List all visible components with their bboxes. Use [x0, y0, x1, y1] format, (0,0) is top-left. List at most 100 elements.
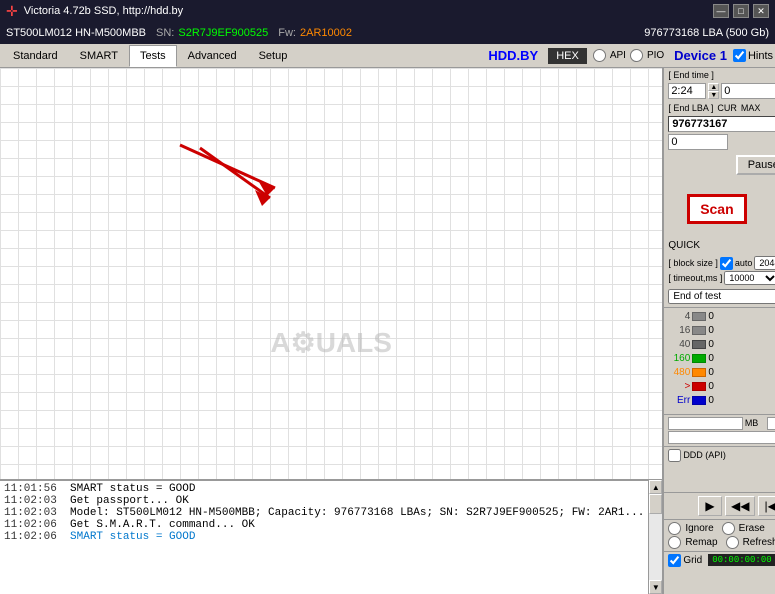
lba-header: [ End time ] [ Start LBA ] CUR 0 — [664, 68, 775, 82]
ddd-label: DDD (API) — [683, 450, 726, 460]
tab-tests[interactable]: Tests — [129, 45, 177, 67]
close-button[interactable]: ✕ — [753, 4, 769, 18]
device-bar: ST500LM012 HN-M500MBB SN: S2R7J9EF900525… — [0, 22, 775, 44]
write-row: write — [668, 477, 775, 490]
title-bar: ✛ Victoria 4.72b SSD, http://hdd.by — □ … — [0, 0, 775, 22]
start-lba-input[interactable] — [721, 83, 775, 99]
stat-row-err: Err 0 — [668, 394, 775, 407]
stat-num-160: 160 — [668, 353, 690, 364]
quick-label: QUICK — [664, 240, 775, 251]
status-section: End of test — [664, 289, 775, 304]
app-title: Victoria 4.72b SSD, http://hdd.by — [24, 5, 713, 17]
sn-label: SN: — [156, 27, 174, 39]
stat-row-40: 40 0 — [668, 338, 775, 351]
refresh-radio[interactable] — [726, 536, 739, 549]
api-radio[interactable] — [593, 49, 606, 62]
stat-val-err: 0 — [708, 395, 714, 406]
tab-smart[interactable]: SMART — [69, 45, 129, 67]
stat-num-16: 16 — [668, 325, 690, 336]
log-entry-4: 11:02:06 SMART status = GOOD — [4, 531, 644, 543]
stat-bar-err — [692, 396, 706, 405]
main-content: A⚙UALS 11:01:56 SMART status = GOOD 11:0… — [0, 68, 775, 594]
refresh-label: Refresh — [743, 537, 775, 548]
rs-stats-section: 4 0 16 0 40 0 — [664, 307, 775, 414]
mb-progress-row: MB % — [668, 417, 775, 430]
stat-bar-gt — [692, 382, 706, 391]
block-timeout-section: [ block size ] auto 2048 [ timeout,ms ] … — [664, 254, 775, 289]
read-row: read — [668, 463, 775, 476]
stat-row-gt: > 0 — [668, 380, 775, 393]
log-section: 11:01:56 SMART status = GOOD 11:02:03 Ge… — [0, 479, 662, 594]
menu-bar: Standard SMART Tests Advanced Setup HDD.… — [0, 44, 775, 68]
remap-radio[interactable] — [668, 536, 681, 549]
tab-advanced[interactable]: Advanced — [177, 45, 248, 67]
api-label: API — [610, 50, 626, 61]
progress-section: MB % kB/s — [664, 414, 775, 446]
rewind-button[interactable]: ◀◀ — [725, 496, 755, 516]
action-section: Ignore Erase Remap Refresh — [664, 519, 775, 551]
ignore-erase-row: Ignore Erase — [668, 522, 775, 535]
timeout-select[interactable]: 10000 — [724, 271, 775, 285]
ignore-label: Ignore — [685, 523, 713, 534]
skip-prev-button[interactable]: |◀◀ — [758, 496, 775, 516]
hdd-link[interactable]: HDD.BY — [488, 48, 538, 63]
play-button[interactable]: ▶ — [698, 496, 722, 516]
grid-area: A⚙UALS — [0, 68, 662, 479]
cur-label-2: CUR — [717, 103, 737, 113]
auto-label: auto — [735, 258, 753, 268]
api-pio-group: API PIO — [593, 49, 664, 62]
erase-label: Erase — [739, 523, 765, 534]
grid-time-display: 00:00:00:00 — [708, 554, 775, 566]
scan-button[interactable]: Scan — [687, 194, 746, 224]
stat-bar-40 — [692, 340, 706, 349]
lba-input-row: ▲ ▼ — [664, 82, 775, 100]
stat-num-err: Err — [668, 395, 690, 406]
hints-checkbox[interactable] — [733, 49, 746, 62]
stat-num-480: 480 — [668, 367, 690, 378]
pio-radio[interactable] — [630, 49, 643, 62]
pause-button[interactable]: Pause — [736, 155, 775, 175]
stat-val-160: 0 — [708, 353, 714, 364]
scan-nav-row: Scan ▲ ▼ ◀ ▶ — [664, 179, 775, 238]
time-down[interactable]: ▼ — [708, 91, 719, 99]
cur-value-input[interactable] — [668, 134, 728, 150]
block-size-label: [ block size ] — [668, 258, 718, 268]
device-model: ST500LM012 HN-M500MBB — [6, 27, 146, 39]
cur-value-row — [664, 134, 775, 150]
time-field: ▲ ▼ — [668, 83, 719, 99]
remap-label: Remap — [685, 537, 717, 548]
maximize-button[interactable]: □ — [733, 4, 749, 18]
hints-label: Hints — [748, 50, 773, 62]
stat-bar-160 — [692, 354, 706, 363]
stat-val-16: 0 — [708, 325, 714, 336]
scroll-down-button[interactable]: ▼ — [649, 580, 662, 594]
grid-checkbox[interactable] — [668, 554, 681, 567]
stat-bar-4 — [692, 312, 706, 321]
hex-button[interactable]: HEX — [548, 48, 587, 64]
scroll-thumb[interactable] — [649, 494, 662, 514]
tab-setup[interactable]: Setup — [248, 45, 299, 67]
time-input[interactable] — [668, 83, 706, 99]
playback-section: ▶ ◀◀ |◀◀ ▶▶| — [664, 492, 775, 519]
grid-label: Grid — [683, 555, 702, 566]
fw-label: Fw: — [278, 27, 296, 39]
minimize-button[interactable]: — — [713, 4, 729, 18]
pio-label: PIO — [647, 50, 664, 61]
ignore-radio[interactable] — [668, 522, 681, 535]
tab-standard[interactable]: Standard — [2, 45, 69, 67]
status-select[interactable]: End of test — [668, 289, 775, 304]
stat-val-480: 0 — [708, 367, 714, 378]
scroll-up-button[interactable]: ▲ — [649, 480, 662, 494]
end-lba-row: [ End LBA ] CUR MAX — [664, 102, 775, 114]
erase-radio[interactable] — [722, 522, 735, 535]
log-entry-3: 11:02:06 Get S.M.A.R.T. command... OK — [4, 519, 644, 531]
time-up[interactable]: ▲ — [708, 83, 719, 91]
device-fw: 2AR10002 — [300, 27, 352, 39]
log-scrollbar[interactable]: ▲ ▼ — [648, 480, 662, 594]
stat-num-4: 4 — [668, 311, 690, 322]
block-size-select[interactable]: 2048 — [754, 256, 775, 270]
end-lba-label: [ End LBA ] — [668, 103, 713, 113]
auto-checkbox[interactable] — [720, 257, 733, 270]
ddd-checkbox[interactable] — [668, 449, 681, 462]
end-lba-input[interactable] — [668, 116, 775, 132]
